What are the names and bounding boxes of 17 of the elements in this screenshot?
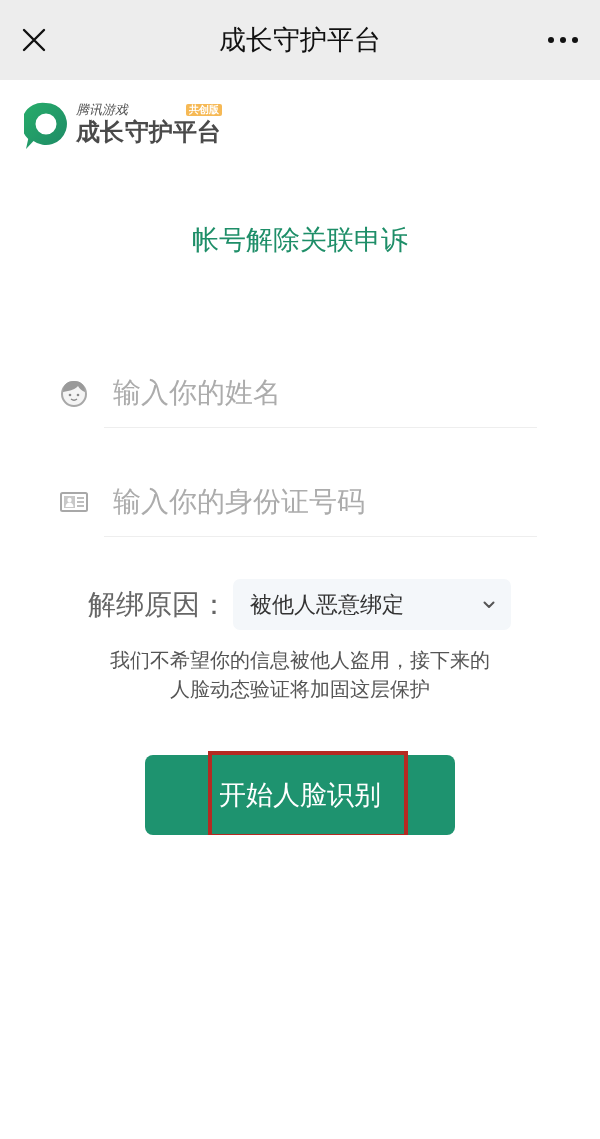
privacy-notice: 我们不希望你的信息被他人盗用，接下来的人脸动态验证将加固这层保护 <box>109 648 491 702</box>
reason-label: 解绑原因： <box>88 587 228 622</box>
more-icon[interactable] <box>548 37 578 43</box>
face-icon <box>60 379 88 407</box>
id-card-icon <box>60 492 88 512</box>
reason-dropdown[interactable]: 被他人恶意绑定 <box>233 579 511 630</box>
chevron-down-icon <box>483 600 495 609</box>
logo-name: 成长守护平台 <box>76 118 222 146</box>
edition-badge: 共创版 <box>185 104 222 116</box>
id-number-field[interactable]: 输入你的身份证号码 <box>104 467 537 537</box>
start-face-recognition-button[interactable]: 开始人脸识别 <box>145 755 455 835</box>
logo-icon <box>24 102 68 150</box>
page-title: 成长守护平台 <box>219 23 381 57</box>
name-field[interactable]: 输入你的姓名 <box>104 358 537 428</box>
page-heading: 帐号解除关联申诉 <box>192 224 408 257</box>
company-name: 腾讯游戏 <box>76 102 128 118</box>
close-icon[interactable] <box>22 28 46 52</box>
